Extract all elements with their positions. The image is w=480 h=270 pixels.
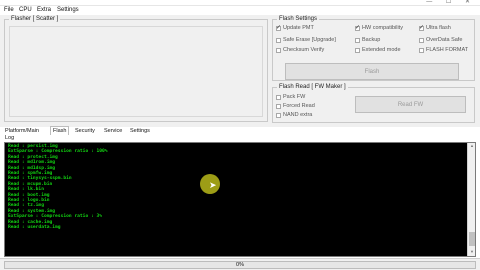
checkbox-ultra-flash[interactable]: Ultra flash xyxy=(419,24,451,31)
menu-bar: File CPU Extra Settings xyxy=(0,6,480,15)
checkbox-label: OverData Safe xyxy=(426,37,463,43)
checkbox-box[interactable] xyxy=(419,47,424,53)
checkbox-flash-format[interactable]: FLASH FORMAT xyxy=(419,47,468,53)
checkbox-label: Extended mode xyxy=(362,47,401,53)
read-fw-button[interactable]: Read FW xyxy=(355,96,466,113)
log-label: Log xyxy=(5,135,15,141)
checkbox-label: Ultra flash xyxy=(426,25,451,31)
checkbox-pack-fw[interactable]: Pack FW xyxy=(276,94,305,100)
checkbox-box[interactable] xyxy=(276,103,281,109)
scroll-down-icon[interactable]: ▼ xyxy=(469,249,475,255)
checkbox-box[interactable] xyxy=(419,37,424,43)
checkbox-label: FLASH FORMAT xyxy=(426,47,469,53)
log-scrollbar[interactable]: ▲ ▼ xyxy=(467,143,475,256)
checkbox-box[interactable] xyxy=(355,24,360,31)
progress-bar: 0% xyxy=(4,261,476,269)
checkbox-label: Checksum Verify xyxy=(283,47,325,53)
checkbox-label: Safe Erase [Upgrade] xyxy=(283,37,336,43)
checkbox-nand-extra[interactable]: NAND extra xyxy=(276,112,312,118)
menu-cpu[interactable]: CPU xyxy=(19,7,32,13)
scatter-group: Flasher [ Scatter ] xyxy=(4,16,268,122)
flash-read-label: Flash Read [ FW Maker ] xyxy=(277,84,348,90)
tab-security[interactable]: Security xyxy=(73,127,97,135)
tab-settings[interactable]: Settings xyxy=(128,127,152,135)
checkbox-box[interactable] xyxy=(276,112,281,118)
checkbox-box[interactable] xyxy=(276,94,281,100)
scatter-group-label: Flasher [ Scatter ] xyxy=(9,16,61,22)
checkbox-backup[interactable]: Backup xyxy=(355,37,380,43)
log-line: ExtSparse : Compression ratio : 3% xyxy=(8,214,103,220)
checkbox-box[interactable] xyxy=(355,47,360,53)
status-bar: 0% xyxy=(0,258,480,270)
log-console[interactable]: Read : persist.img ExtSparse : Compressi… xyxy=(4,142,476,257)
menu-extra[interactable]: Extra xyxy=(37,7,51,13)
window-controls[interactable]: — ☐ ✕ xyxy=(426,0,476,5)
tab-strip: Platform/Main Flash Security Service Set… xyxy=(3,126,479,135)
scroll-up-icon[interactable]: ▲ xyxy=(469,143,475,149)
checkbox-overdata-safe[interactable]: OverData Safe xyxy=(419,37,462,43)
checkbox-extended-mode[interactable]: Extended mode xyxy=(355,47,401,53)
checkbox-label: Forced Read xyxy=(283,103,315,109)
checkbox-box[interactable] xyxy=(276,24,281,31)
checkbox-label: HW compatibility xyxy=(362,25,403,31)
progress-text: 0% xyxy=(236,262,244,268)
mouse-pointer-icon: ➤ xyxy=(209,180,217,190)
checkbox-hw-compatibility[interactable]: HW compatibility xyxy=(355,24,403,31)
checkbox-label: Pack FW xyxy=(283,94,306,100)
checkbox-box[interactable] xyxy=(276,37,281,43)
checkbox-safe-erase[interactable]: Safe Erase [Upgrade] xyxy=(276,37,336,43)
tab-flash[interactable]: Flash xyxy=(50,126,70,135)
checkbox-label: Backup xyxy=(362,37,381,43)
tab-service[interactable]: Service xyxy=(102,127,124,135)
scatter-list[interactable] xyxy=(9,26,263,117)
log-line: Read : userdata.img xyxy=(8,225,61,231)
checkbox-label: Update PMT xyxy=(283,25,314,31)
flash-button[interactable]: Flash xyxy=(285,63,459,80)
checkbox-forced-read[interactable]: Forced Read xyxy=(276,103,315,109)
menu-settings[interactable]: Settings xyxy=(57,7,79,13)
checkbox-label: NAND extra xyxy=(283,112,313,118)
checkbox-box[interactable] xyxy=(355,37,360,43)
checkbox-checksum-verify[interactable]: Checksum Verify xyxy=(276,47,324,53)
tab-platform-main[interactable]: Platform/Main xyxy=(3,127,41,135)
menu-file[interactable]: File xyxy=(4,7,14,13)
scroll-thumb[interactable] xyxy=(469,232,475,246)
flash-settings-label: Flash Settings xyxy=(277,16,320,22)
log-lines: Read : persist.img ExtSparse : Compressi… xyxy=(8,144,108,231)
checkbox-box[interactable] xyxy=(276,47,281,53)
cursor-highlight: ➤ xyxy=(200,174,220,194)
checkbox-update-pmt[interactable]: Update PMT xyxy=(276,24,314,31)
checkbox-box[interactable] xyxy=(419,24,424,31)
